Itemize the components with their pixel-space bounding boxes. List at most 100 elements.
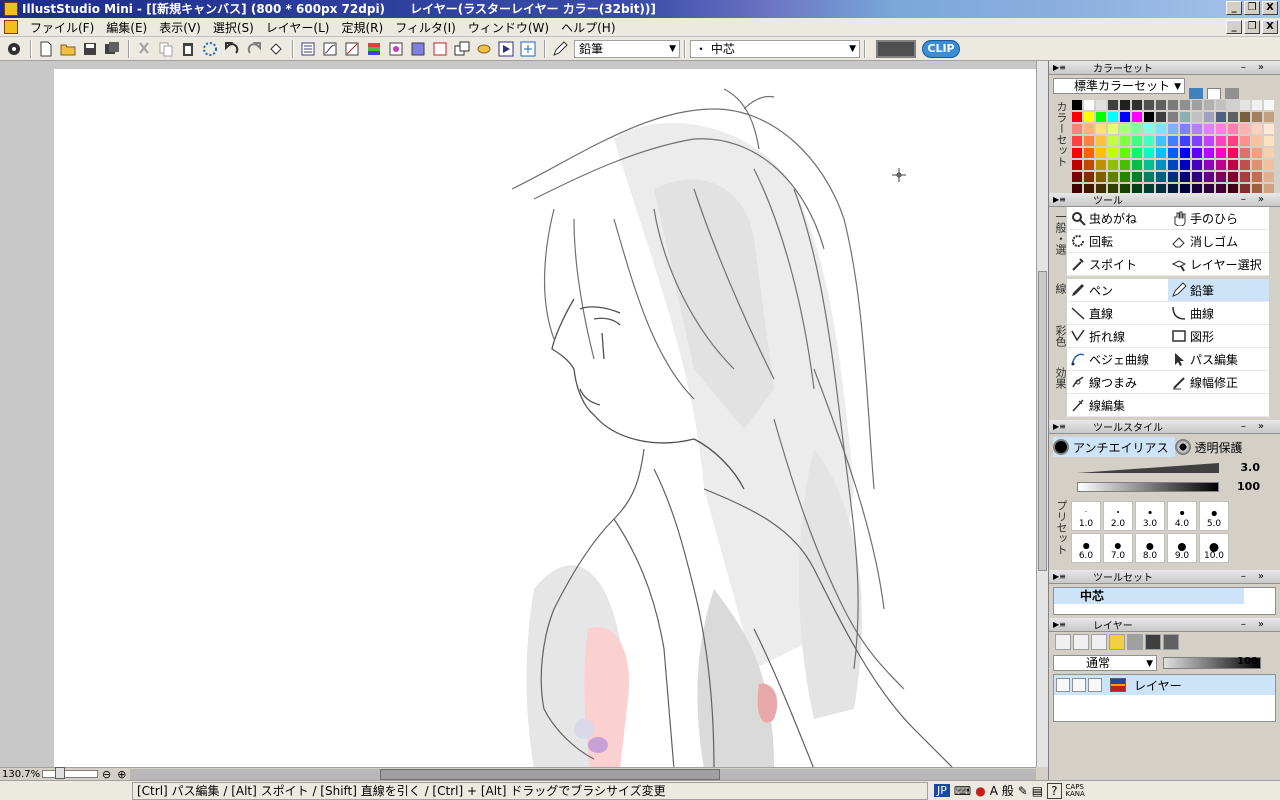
antialias-toggle[interactable]: アンチエイリアス	[1053, 437, 1175, 457]
settings-wheel-icon[interactable]	[4, 39, 24, 59]
panel-grip-icon[interactable]: ▶≡	[1053, 63, 1066, 72]
palette-swatch[interactable]	[1155, 147, 1167, 159]
tool-line-edit[interactable]: 線編集	[1067, 394, 1168, 417]
level-correction-icon[interactable]	[342, 39, 362, 59]
palette-swatch[interactable]	[1107, 147, 1119, 159]
tool-bezier[interactable]: ベジェ曲線	[1067, 348, 1168, 371]
tool-pen[interactable]: ペン	[1067, 279, 1168, 302]
palette-swatch[interactable]	[1095, 171, 1107, 183]
layer-opacity-slider[interactable]: 100	[1163, 656, 1261, 669]
palette-swatch[interactable]	[1095, 99, 1107, 111]
blend-mode-select[interactable]: 通常 ▼	[1053, 655, 1157, 671]
palette-swatch[interactable]	[1179, 147, 1191, 159]
menu-layer[interactable]: レイヤー(L)	[260, 19, 336, 36]
cut-icon[interactable]	[134, 39, 154, 59]
menu-help[interactable]: ヘルプ(H)	[555, 19, 621, 36]
tool-line-width[interactable]: 線幅修正	[1168, 371, 1269, 394]
palette-swatch[interactable]	[1179, 111, 1191, 123]
new-tone-layer-icon[interactable]	[1091, 634, 1107, 650]
palette-swatch[interactable]	[1155, 111, 1167, 123]
palette-swatch[interactable]	[1179, 99, 1191, 111]
layer-row[interactable]: レイヤー	[1054, 675, 1275, 695]
palette-swatch[interactable]	[1239, 171, 1251, 183]
palette-swatch[interactable]	[1131, 111, 1143, 123]
palette-swatch[interactable]	[1215, 171, 1227, 183]
palette-swatch[interactable]	[1239, 99, 1251, 111]
palette-swatch[interactable]	[1071, 111, 1083, 123]
palette-swatch[interactable]	[1239, 111, 1251, 123]
canvas-vertical-scrollbar[interactable]	[1036, 61, 1048, 767]
brush-opacity-slider[interactable]: 100	[1053, 479, 1276, 497]
material-icon[interactable]	[474, 39, 494, 59]
tool-polyline[interactable]: 折れ線	[1067, 325, 1168, 348]
keyboard-icon[interactable]: ⌨	[954, 784, 971, 798]
menu-edit[interactable]: 編集(E)	[100, 19, 153, 36]
palette-swatch[interactable]	[1107, 135, 1119, 147]
palette-swatch[interactable]	[1227, 135, 1239, 147]
palette-swatch[interactable]	[1227, 111, 1239, 123]
tone-curve-icon[interactable]	[320, 39, 340, 59]
palette-swatch[interactable]	[1071, 159, 1083, 171]
play-icon[interactable]	[496, 39, 516, 59]
palette-swatch[interactable]	[1263, 135, 1275, 147]
palette-swatch[interactable]	[1095, 135, 1107, 147]
tool-select[interactable]: 鉛筆 ▼	[574, 39, 680, 58]
new-raster-layer-icon[interactable]	[1055, 634, 1071, 650]
palette-swatch[interactable]	[1263, 159, 1275, 171]
palette-swatch[interactable]	[1227, 99, 1239, 111]
tool-hand[interactable]: 手のひら	[1168, 207, 1269, 230]
brush-preset[interactable]: 9.0	[1167, 533, 1197, 563]
palette-swatch[interactable]	[1215, 147, 1227, 159]
panel-controls-icon[interactable]: –»	[1241, 62, 1276, 73]
palette-swatch[interactable]	[1227, 159, 1239, 171]
palette-swatch[interactable]	[1167, 111, 1179, 123]
palette-swatch[interactable]	[1251, 135, 1263, 147]
minimize-button[interactable]: _	[1226, 1, 1242, 15]
palette-swatch[interactable]	[1215, 99, 1227, 111]
tool-layer-select[interactable]: レイヤー選択	[1168, 253, 1269, 276]
palette-swatch[interactable]	[1071, 171, 1083, 183]
doc-minimize-button[interactable]: _	[1226, 20, 1242, 34]
toolset-item[interactable]: 中芯	[1054, 588, 1244, 604]
toolset-panel-header[interactable]: ▶≡ ツールセット –»	[1049, 570, 1280, 584]
palette-swatch[interactable]	[1215, 135, 1227, 147]
panel-grip-icon[interactable]: ▶≡	[1053, 422, 1066, 431]
palette-swatch[interactable]	[1239, 147, 1251, 159]
palette-swatch[interactable]	[1131, 147, 1143, 159]
palette-swatch[interactable]	[1203, 171, 1215, 183]
palette-swatch[interactable]	[1263, 171, 1275, 183]
save-icon[interactable]	[80, 39, 100, 59]
new-window-icon[interactable]	[452, 39, 472, 59]
palette-swatch[interactable]	[1155, 159, 1167, 171]
palette-swatch[interactable]	[1107, 159, 1119, 171]
palette-swatch[interactable]	[1263, 123, 1275, 135]
zoom-in-icon[interactable]: ⊕	[117, 768, 126, 781]
panel-grip-icon[interactable]: ▶≡	[1053, 620, 1066, 629]
panel-controls-icon[interactable]: –»	[1241, 571, 1276, 582]
ime-indicator[interactable]: JP ⌨ ● A 般 ✎ ▤ ? CAPS KANA	[934, 782, 1085, 799]
palette-swatch[interactable]	[1203, 123, 1215, 135]
palette-swatch[interactable]	[1083, 171, 1095, 183]
palette-swatch[interactable]	[1191, 99, 1203, 111]
palette-swatch[interactable]	[1083, 99, 1095, 111]
lock-layer-icon[interactable]	[1145, 634, 1161, 650]
palette-swatch[interactable]	[1083, 135, 1095, 147]
palette-swatch[interactable]	[1179, 123, 1191, 135]
palette-swatch[interactable]	[1083, 147, 1095, 159]
palette-swatch[interactable]	[1095, 123, 1107, 135]
palette-swatch[interactable]	[1203, 147, 1215, 159]
palette-swatch[interactable]	[1131, 135, 1143, 147]
palette-swatch[interactable]	[1119, 123, 1131, 135]
tool-eraser[interactable]: 消しゴム	[1168, 230, 1269, 253]
lock-transparency-icon[interactable]	[1163, 634, 1179, 650]
transform-icon[interactable]	[200, 39, 220, 59]
palette-swatch[interactable]	[1215, 123, 1227, 135]
brush-preset[interactable]: 8.0	[1135, 533, 1165, 563]
palette-swatch[interactable]	[1239, 135, 1251, 147]
palette-swatch[interactable]	[1119, 159, 1131, 171]
palette-swatch[interactable]	[1251, 171, 1263, 183]
canvas-horizontal-scrollbar[interactable]	[130, 768, 1036, 780]
palette-swatch[interactable]	[1191, 159, 1203, 171]
redo-icon[interactable]	[244, 39, 264, 59]
tool-curve[interactable]: 曲線	[1168, 302, 1269, 325]
